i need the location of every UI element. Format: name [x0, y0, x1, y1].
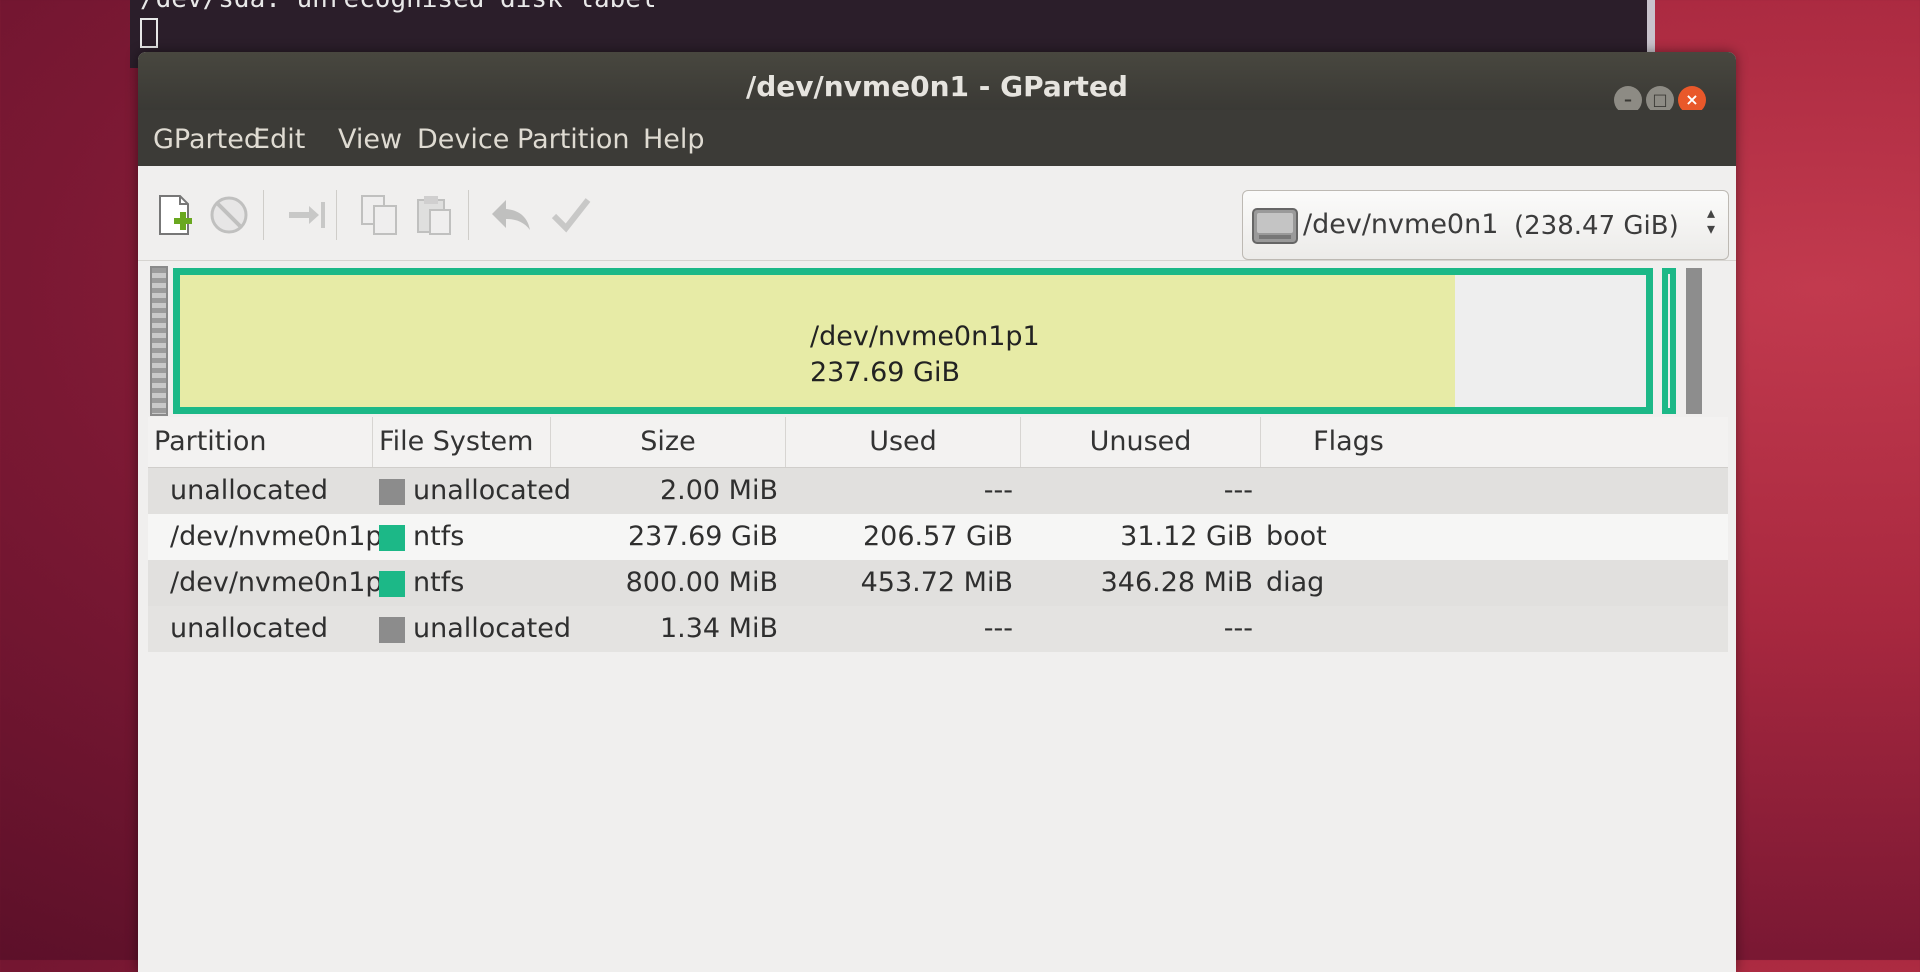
paste-icon[interactable] — [410, 192, 456, 238]
unallocated-segment-end[interactable] — [1686, 268, 1702, 414]
menu-view[interactable]: View — [338, 124, 402, 155]
cell-size: 800.00 MiB — [625, 567, 778, 598]
gparted-window: /dev/nvme0n1 - GParted – □ × GParted Edi… — [138, 52, 1736, 972]
cell-unused: 346.28 MiB — [1100, 567, 1253, 598]
filesystem-label: unallocated — [413, 475, 572, 506]
cell-used: 453.72 MiB — [860, 567, 1013, 598]
segment-name: /dev/nvme0n1p1 — [810, 321, 1040, 352]
cell-filesystem: unallocated — [379, 468, 571, 514]
column-header-flags[interactable]: Flags — [1261, 417, 1436, 467]
cell-partition: unallocated — [170, 475, 329, 506]
cell-used: 206.57 GiB — [862, 521, 1013, 552]
toolbar-separator — [263, 190, 264, 240]
cell-partition: /dev/nvme0n1p1 — [170, 521, 400, 552]
filesystem-color-swatch — [379, 478, 405, 505]
filesystem-label: ntfs — [413, 521, 465, 552]
apply-icon[interactable] — [548, 192, 594, 238]
cell-partition: /dev/nvme0n1p2 — [170, 567, 400, 598]
cell-size: 237.69 GiB — [627, 521, 778, 552]
toolbar-separator — [336, 190, 337, 240]
cell-flags: boot — [1266, 521, 1327, 552]
cell-unused: 31.12 GiB — [1120, 521, 1253, 552]
table-row[interactable]: unallocated unallocated 2.00 MiB --- --- — [148, 468, 1728, 514]
menubar: GParted Edit View Device Partition Help — [138, 110, 1736, 166]
filesystem-label: ntfs — [413, 567, 465, 598]
cell-unused: --- — [1223, 613, 1253, 644]
device-selector[interactable]: /dev/nvme0n1 (238.47 GiB) ▴ ▾ — [1242, 190, 1729, 260]
column-header-filesystem[interactable]: File System — [373, 417, 551, 467]
resize-move-icon[interactable] — [283, 192, 329, 238]
column-header-used[interactable]: Used — [786, 417, 1021, 467]
terminal-line: /dev/sda: unrecognised disk label — [140, 0, 657, 14]
undo-icon[interactable] — [488, 192, 534, 238]
new-partition-icon[interactable] — [152, 192, 198, 238]
menu-help[interactable]: Help — [643, 124, 705, 155]
device-name: /dev/nvme0n1 — [1303, 209, 1499, 240]
menu-device[interactable]: Device — [417, 124, 509, 155]
filesystem-color-swatch — [379, 616, 405, 643]
cell-filesystem: ntfs — [379, 560, 464, 606]
chevron-updown-icon: ▴ ▾ — [1707, 203, 1716, 238]
toolbar-separator — [468, 190, 469, 240]
titlebar: /dev/nvme0n1 - GParted – □ × — [138, 52, 1736, 114]
cell-flags: diag — [1266, 567, 1325, 598]
filesystem-label: unallocated — [413, 613, 572, 644]
column-header-unused[interactable]: Unused — [1021, 417, 1261, 467]
terminal-cursor — [140, 18, 158, 48]
table-row[interactable]: unallocated unallocated 1.34 MiB --- --- — [148, 606, 1728, 652]
toolbar: /dev/nvme0n1 (238.47 GiB) ▴ ▾ — [138, 166, 1736, 261]
column-header-partition[interactable]: Partition — [148, 417, 373, 467]
unallocated-segment-start[interactable] — [150, 266, 168, 416]
cell-partition: unallocated — [170, 613, 329, 644]
cell-used: --- — [983, 613, 1013, 644]
filesystem-color-swatch — [379, 524, 405, 551]
partition-segment-label: /dev/nvme0n1p1 237.69 GiB — [810, 319, 1040, 391]
filesystem-color-swatch — [379, 570, 405, 597]
partition-segment-nvme0n1p1[interactable]: /dev/nvme0n1p1 237.69 GiB — [173, 268, 1653, 414]
menu-edit[interactable]: Edit — [253, 124, 305, 155]
cell-filesystem: ntfs — [379, 514, 464, 560]
column-header-size[interactable]: Size — [551, 417, 786, 467]
cell-used: --- — [983, 475, 1013, 506]
table-row[interactable]: /dev/nvme0n1p2 ntfs 800.00 MiB 453.72 Mi… — [148, 560, 1728, 606]
device-size: (238.47 GiB) — [1514, 211, 1679, 241]
window-title: /dev/nvme0n1 - GParted — [746, 70, 1128, 103]
table-row[interactable]: /dev/nvme0n1p1 ntfs 237.69 GiB 206.57 Gi… — [148, 514, 1728, 560]
cell-size: 2.00 MiB — [659, 475, 778, 506]
cell-size: 1.34 MiB — [659, 613, 778, 644]
cell-filesystem: unallocated — [379, 606, 571, 652]
harddisk-icon — [1252, 208, 1298, 244]
segment-size: 237.69 GiB — [810, 357, 961, 388]
partition-segment-nvme0n1p2[interactable] — [1662, 268, 1676, 414]
table-header: Partition File System Size Used Unused F… — [148, 417, 1728, 468]
cell-unused: --- — [1223, 475, 1253, 506]
partition-table: Partition File System Size Used Unused F… — [148, 417, 1728, 652]
copy-icon[interactable] — [356, 192, 402, 238]
menu-gparted[interactable]: GParted — [153, 124, 261, 155]
menu-partition[interactable]: Partition — [517, 124, 630, 155]
delete-icon[interactable] — [206, 192, 252, 238]
